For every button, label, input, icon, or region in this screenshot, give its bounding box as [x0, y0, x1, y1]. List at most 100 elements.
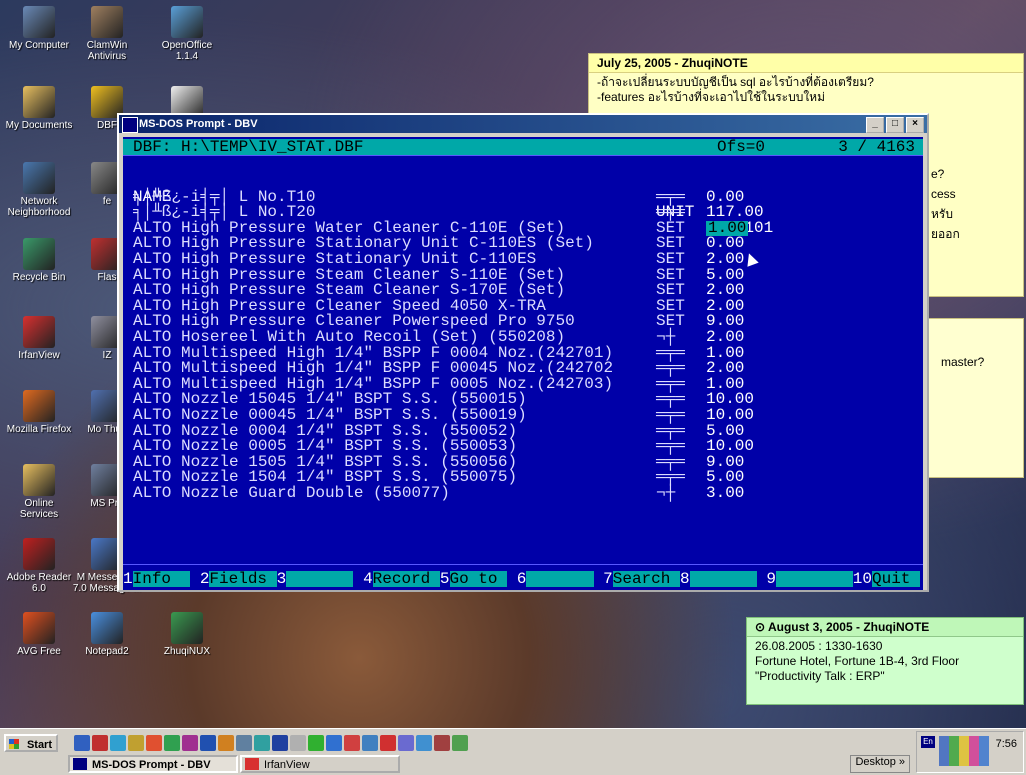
minimize-button[interactable]: _ [866, 117, 884, 133]
desktop-icon[interactable]: OpenOffice 1.1.4 [152, 6, 222, 62]
quick-launch-icon[interactable] [290, 735, 306, 751]
window-titlebar[interactable]: MS-DOS Prompt - DBV _ □ × [119, 115, 927, 133]
quick-launch-icon[interactable] [146, 735, 162, 751]
note-peek-line: หรับ [931, 207, 953, 221]
note-side-text: master? [941, 355, 985, 369]
note-peek-line: e? [931, 167, 945, 181]
quick-launch-icon[interactable] [218, 735, 234, 751]
close-button[interactable]: × [906, 117, 924, 133]
app-icon [23, 390, 55, 422]
msdos-icon[interactable] [122, 117, 138, 133]
fkey-button[interactable]: 7 Search [593, 570, 680, 588]
fkey-number: 10 [852, 570, 872, 588]
app-icon [23, 538, 55, 570]
task-msdos-prompt[interactable]: MS-DOS Prompt - DBV [68, 755, 238, 773]
note-line-1: 26.08.2005 : 1330-1630 [755, 639, 883, 653]
desktop-icon[interactable]: Network Neighborhood [4, 162, 74, 218]
dbf-header-bar: DBF: H:\TEMP\IV_STAT.DBF Ofs=0 3 / 4163 [123, 139, 923, 155]
fkey-button[interactable]: 1 Info [123, 570, 191, 588]
desktop-icon[interactable]: IrfanView [4, 316, 74, 361]
task-irfanview[interactable]: IrfanView [240, 755, 400, 773]
desktop-icon-label: My Computer [8, 40, 69, 51]
desktop-icon[interactable]: Mozilla Firefox [4, 390, 74, 435]
fkey-label: Record [372, 570, 440, 588]
desktop-icon-label: ZhuqiNUX [163, 646, 211, 657]
desktop-icon-label: Adobe Reader 6.0 [6, 572, 72, 594]
fkey-label [526, 571, 594, 587]
start-button[interactable]: Start [4, 734, 58, 752]
quick-launch-icon[interactable] [308, 735, 324, 751]
desktop-icon[interactable]: AVG Free [4, 612, 74, 657]
fkey-button[interactable]: 4 Record [353, 570, 440, 588]
quick-launch-icon[interactable] [200, 735, 216, 751]
quick-launch-icon[interactable] [92, 735, 108, 751]
quick-launch-icon[interactable] [110, 735, 126, 751]
desktop-icon[interactable]: ZhuqiNUX [152, 612, 222, 657]
desktop-label: Desktop [855, 756, 896, 768]
sticky-note-side[interactable]: master? [920, 318, 1024, 478]
fkey-button[interactable]: 5 Go to [439, 570, 508, 588]
dos-screen[interactable]: DBF: H:\TEMP\IV_STAT.DBF Ofs=0 3 / 4163 … [123, 137, 923, 590]
maximize-button[interactable]: □ [886, 117, 904, 133]
record-table[interactable]: NAME UNIT Q_00101 ╕│╨ß¿-i╡╤│ L No.T10═╤═… [123, 155, 923, 565]
taskbar: Start MS-DOS Prompt - DBV IrfanView Desk… [0, 728, 1026, 775]
fkey-number: 5 [439, 570, 450, 588]
clock[interactable]: 7:56 [996, 738, 1017, 750]
quick-launch-icon[interactable] [128, 735, 144, 751]
cell-val: 3.00 [706, 484, 745, 502]
fkey-button[interactable]: 9 [756, 571, 853, 587]
fkey-number: 6 [507, 570, 527, 588]
fkey-label [286, 571, 354, 587]
quick-launch-icon[interactable] [236, 735, 252, 751]
note-line-1: -ถ้าจะเปลี่ยนระบบบัญชีเป็น sql อะไรบ้างท… [597, 75, 874, 89]
quick-launch-icon[interactable] [416, 735, 432, 751]
desktop-icon[interactable]: Recycle Bin [4, 238, 74, 283]
desktop-icon[interactable]: Online Services [4, 464, 74, 520]
fkey-button[interactable]: 2 Fields [190, 570, 277, 588]
desktop-icon-label: AVG Free [17, 646, 61, 657]
note-body: 26.08.2005 : 1330-1630 Fortune Hotel, Fo… [747, 637, 1023, 686]
sticky-note-august[interactable]: ⊙ August 3, 2005 - ZhuqiNOTE 26.08.2005 … [746, 617, 1024, 705]
fkey-number: 3 [276, 570, 287, 588]
quick-launch-icon[interactable] [272, 735, 288, 751]
fkey-number: 2 [190, 570, 210, 588]
quick-launch-icon[interactable] [74, 735, 90, 751]
quick-launch-icon[interactable] [164, 735, 180, 751]
desktop-icon[interactable]: ClamWin Antivirus [72, 6, 142, 62]
desktop-icon-label: IrfanView [18, 350, 60, 361]
fkey-button[interactable]: 10 Quit [852, 570, 921, 588]
quick-launch-icon[interactable] [362, 735, 378, 751]
tray-icons[interactable] [939, 736, 989, 766]
fkey-button[interactable]: 3 [276, 570, 354, 588]
language-indicator-icon[interactable]: En [921, 736, 935, 748]
quick-launch-icon[interactable] [344, 735, 360, 751]
fkey-label: Fields [209, 570, 277, 588]
quick-launch-icon[interactable] [326, 735, 342, 751]
fkey-button[interactable]: 8 [679, 571, 757, 587]
quick-launch-icon[interactable] [380, 735, 396, 751]
desktop-icon[interactable]: Adobe Reader 6.0 [4, 538, 74, 594]
quick-launch-icon[interactable] [434, 735, 450, 751]
quick-launch-icon[interactable] [254, 735, 270, 751]
fkey-label: Search [612, 570, 680, 588]
cell-name: ALTO Nozzle Guard Double (550077) [133, 484, 450, 502]
note-line-2: Fortune Hotel, Fortune 1B-4, 3rd Floor [755, 654, 960, 668]
quick-launch-icon[interactable] [182, 735, 198, 751]
desktop-icon[interactable]: My Computer [4, 6, 74, 51]
dos-prompt-window[interactable]: MS-DOS Prompt - DBV _ □ × DBF: H:\TEMP\I… [117, 113, 929, 592]
quick-launch-icon[interactable] [452, 735, 468, 751]
app-icon [23, 316, 55, 348]
desktop-toolbar-button[interactable]: Desktop » [850, 755, 910, 773]
offset-display: Ofs=0 [717, 138, 766, 156]
fkey-button[interactable]: 6 [507, 570, 594, 588]
desktop-icon-label: Network Neighborhood [7, 196, 71, 218]
desktop-icon[interactable]: My Documents [4, 86, 74, 131]
fkey-label [775, 571, 853, 587]
quick-launch-icon[interactable] [398, 735, 414, 751]
table-row[interactable]: ALTO Nozzle Guard Double (550077) ¬┼ 3.00 [133, 484, 923, 502]
function-key-bar[interactable]: 1 Info 2 Fields 3 4 Record 5 Go to 6 7 Search… [123, 571, 923, 587]
fkey-label: Info [132, 570, 191, 588]
desktop-icon[interactable]: Notepad2 [72, 612, 142, 657]
window-title: MS-DOS Prompt - DBV [139, 118, 258, 130]
app-icon [91, 612, 123, 644]
